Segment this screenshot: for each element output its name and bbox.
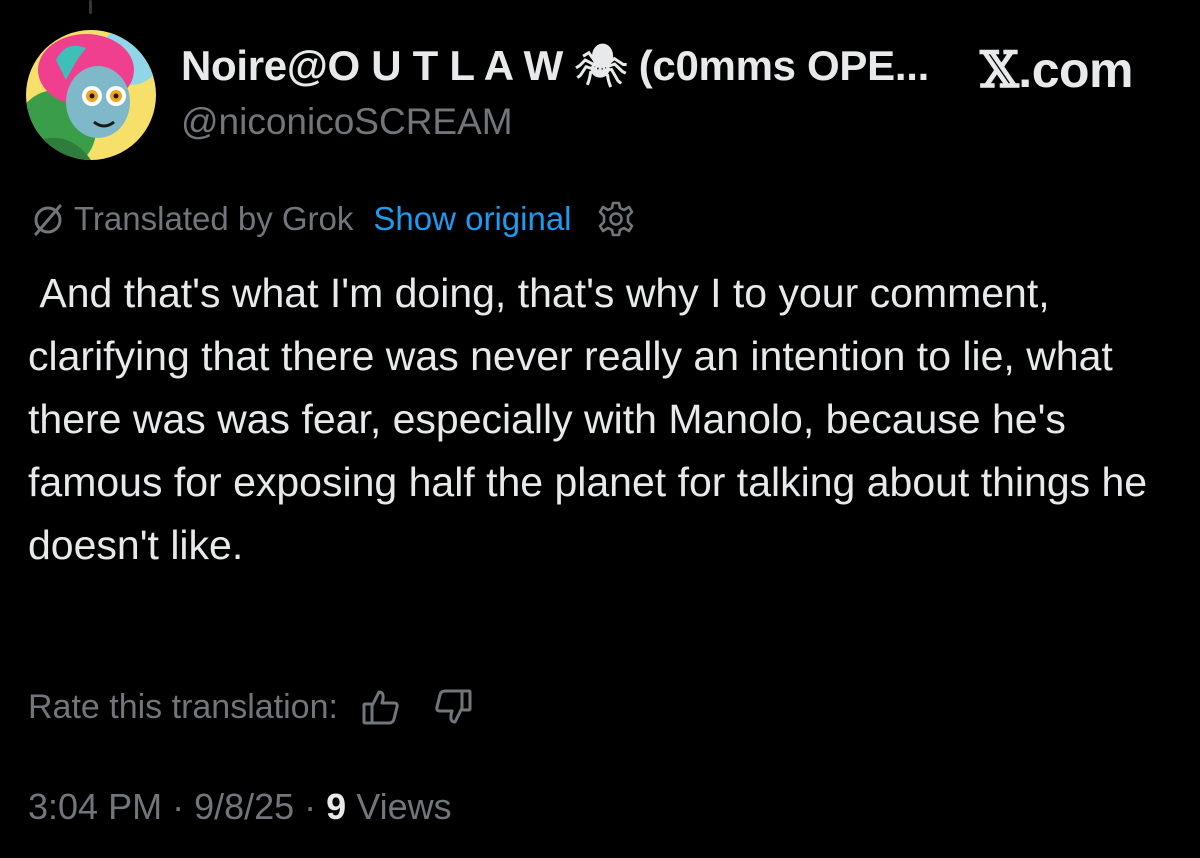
separator-dot: · bbox=[294, 786, 327, 827]
brand-suffix: .com bbox=[1018, 42, 1133, 98]
separator-dot: · bbox=[162, 786, 195, 827]
tweet-date[interactable]: 9/8/25 bbox=[194, 786, 294, 827]
tweet-time[interactable]: 3:04 PM bbox=[28, 786, 162, 827]
thread-connector-line bbox=[89, 0, 92, 14]
translation-bar: Translated by Grok Show original bbox=[28, 196, 636, 242]
rate-translation-bar: Rate this translation: bbox=[28, 683, 504, 731]
gear-icon[interactable] bbox=[596, 199, 636, 239]
show-original-link[interactable]: Show original bbox=[373, 200, 571, 238]
tweet-text: And that's what I'm doing, that's why I … bbox=[28, 270, 1159, 568]
x-logo-icon: 𝕏 bbox=[980, 40, 1019, 99]
translated-by-label: Translated by Grok bbox=[74, 200, 354, 237]
display-name[interactable]: Noire@O U T L A W 🕷 (c0mms OPE... bbox=[181, 42, 929, 91]
tweet-metadata: 3:04 PM · 9/8/25 · 9 Views bbox=[28, 786, 452, 828]
views-label: Views bbox=[346, 786, 452, 827]
avatar[interactable] bbox=[26, 30, 156, 160]
brand-logo: 𝕏.com bbox=[980, 40, 1133, 99]
views-count: 9 bbox=[326, 786, 347, 827]
user-handle[interactable]: @niconicoSCREAM bbox=[181, 101, 513, 143]
thumbs-up-icon[interactable] bbox=[360, 686, 402, 728]
thumbs-down-icon[interactable] bbox=[432, 686, 474, 728]
grok-slash-icon bbox=[34, 204, 62, 236]
avatar-image bbox=[26, 30, 156, 160]
rate-translation-label: Rate this translation: bbox=[28, 687, 338, 726]
